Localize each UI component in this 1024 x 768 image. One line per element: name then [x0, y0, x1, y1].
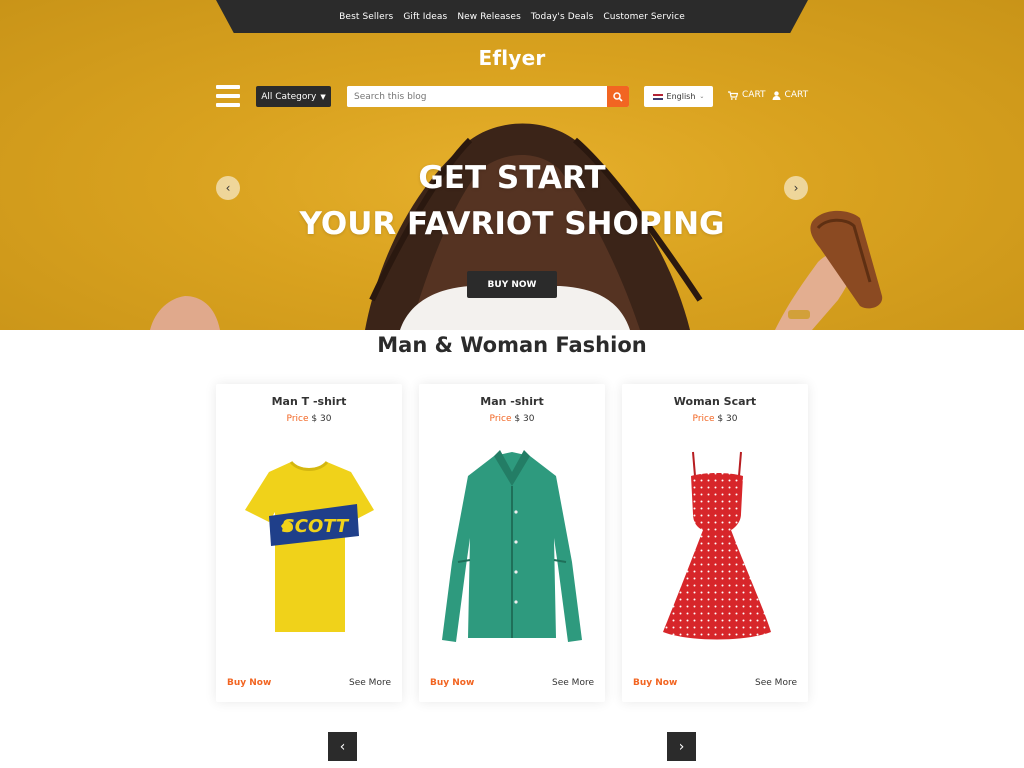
product-image-dress[interactable] — [635, 442, 795, 652]
product-card: Woman Scart Price $ 30 Buy Now See More — [622, 384, 808, 702]
carousel-prev-button[interactable]: ‹ — [328, 732, 357, 761]
see-more-link[interactable]: See More — [755, 678, 797, 688]
flag-icon — [652, 93, 663, 100]
top-nav-bar: Best Sellers Gift Ideas New Releases Tod… — [216, 0, 808, 33]
cart-links: CART CART — [728, 90, 808, 100]
price-label: Price — [286, 414, 309, 424]
see-more-link[interactable]: See More — [552, 678, 594, 688]
hamburger-icon[interactable] — [216, 85, 240, 107]
site-logo[interactable]: Eflyer — [0, 46, 1024, 70]
price-label: Price — [692, 414, 715, 424]
product-image-tshirt[interactable]: SCOTT — [229, 442, 389, 652]
hero-subheading: YOUR FAVRIOT SHOPING — [299, 206, 725, 242]
language-selector[interactable]: English ⌄ — [644, 86, 713, 107]
nav-link-todays-deals[interactable]: Today's Deals — [531, 12, 594, 22]
price-label: Price — [489, 414, 512, 424]
chevron-right-icon: › — [678, 738, 685, 755]
nav-link-best-sellers[interactable]: Best Sellers — [339, 12, 393, 22]
search-icon — [613, 91, 623, 102]
user-icon — [772, 90, 781, 100]
hero-heading: GET START — [418, 160, 606, 196]
category-dropdown[interactable]: All Category ▼ — [256, 86, 331, 107]
chevron-down-icon: ⌄ — [699, 93, 705, 100]
product-card: Man T -shirt Price $ 30 SCOTT Buy Now Se… — [216, 384, 402, 702]
search-input[interactable] — [347, 86, 607, 107]
product-name: Man -shirt — [480, 395, 544, 408]
product-price: Price $ 30 — [419, 414, 605, 424]
product-price: Price $ 30 — [216, 414, 402, 424]
buy-now-link[interactable]: Buy Now — [227, 678, 271, 688]
product-card: Man -shirt Price $ 30 Buy Now See More — [419, 384, 605, 702]
product-price: Price $ 30 — [622, 414, 808, 424]
account-cart-label: CART — [784, 90, 809, 100]
search-button[interactable] — [607, 86, 629, 107]
product-name: Woman Scart — [673, 395, 757, 408]
see-more-link[interactable]: See More — [349, 678, 391, 688]
price-value: $ 30 — [514, 414, 535, 424]
cart-label: CART — [742, 90, 766, 100]
price-value: $ 30 — [311, 414, 332, 424]
section-title: Man & Woman Fashion — [377, 333, 647, 357]
buy-now-link[interactable]: Buy Now — [430, 678, 474, 688]
buy-now-link[interactable]: Buy Now — [633, 678, 677, 688]
product-name: Man T -shirt — [271, 395, 347, 408]
language-label: English — [666, 92, 696, 101]
hero-buy-button[interactable]: BUY NOW — [467, 271, 557, 298]
cart-link[interactable]: CART — [728, 90, 766, 100]
caret-down-icon: ▼ — [320, 92, 326, 101]
hero-banner: Best Sellers Gift Ideas New Releases Tod… — [0, 0, 1024, 330]
price-value: $ 30 — [717, 414, 738, 424]
carousel-next-button[interactable]: › — [667, 732, 696, 761]
search-bar — [347, 86, 629, 107]
chevron-left-icon: ‹ — [339, 738, 346, 755]
nav-link-new-releases[interactable]: New Releases — [457, 12, 521, 22]
nav-link-gift-ideas[interactable]: Gift Ideas — [403, 12, 447, 22]
account-link[interactable]: CART — [772, 90, 809, 100]
cart-icon — [728, 90, 738, 100]
product-image-shirt[interactable] — [432, 442, 592, 652]
category-label: All Category — [261, 91, 317, 102]
nav-link-customer-service[interactable]: Customer Service — [603, 12, 684, 22]
